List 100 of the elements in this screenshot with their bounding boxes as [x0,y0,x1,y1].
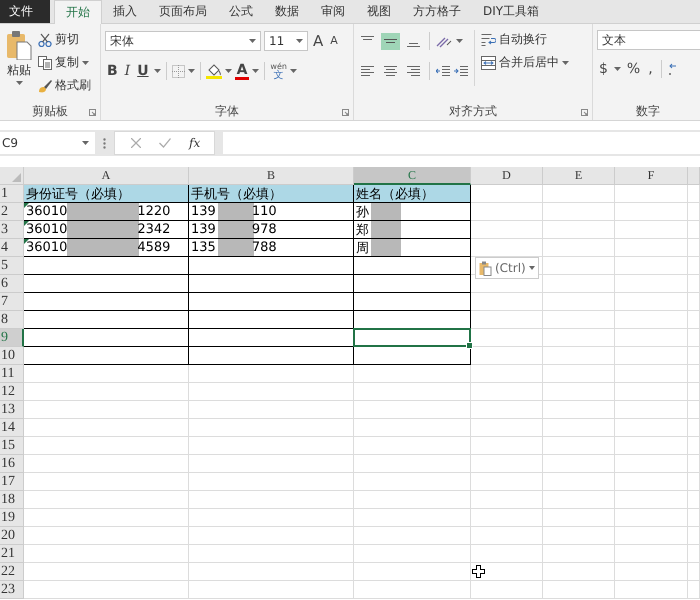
row-header[interactable]: 14 [0,419,24,437]
column-header[interactable]: E [543,167,615,185]
dialog-launcher-icon[interactable] [89,109,96,116]
decrease-font-button[interactable]: A [328,32,340,50]
error-flag-icon[interactable] [24,221,29,226]
cell-text: 1220 [137,204,170,219]
table-cell [543,185,615,203]
paste-options-button[interactable]: (Ctrl) [475,257,539,279]
ribbon-tab[interactable]: 方方格子 [402,0,472,23]
ribbon-tab[interactable]: 数据 [264,0,310,23]
table-cell [543,347,615,365]
merge-cells-icon [481,56,496,70]
table-cell [688,455,700,473]
ribbon-tab[interactable]: 插入 [102,0,148,23]
copy-button[interactable]: 复制 [38,53,91,72]
underline-button[interactable]: U [135,62,151,80]
increase-indent-icon[interactable] [454,66,468,76]
row-header[interactable]: 21 [0,545,24,563]
bold-button[interactable]: B [105,62,120,80]
row-header[interactable]: 16 [0,455,24,473]
ribbon-tab[interactable]: 视图 [356,0,402,23]
table-cell [688,293,700,311]
caret-icon[interactable] [252,69,260,73]
font-size-dropdown[interactable]: 11 [264,31,308,51]
dialog-launcher-icon[interactable] [342,109,349,116]
row-header[interactable]: 4 [0,239,24,257]
ribbon-tab[interactable]: 页面布局 [148,0,218,23]
name-box[interactable]: C9 [0,132,95,154]
ribbon-tab[interactable]: 开始 [54,0,102,24]
font-color-button[interactable]: A [234,62,250,80]
percent-button[interactable]: % [624,60,642,78]
cell-text: 135 [191,240,216,255]
drag-handle-icon[interactable] [103,138,106,148]
row-header[interactable]: 23 [0,581,24,599]
group-label: 字体 [215,102,239,120]
ribbon-tab[interactable]: 公式 [218,0,264,23]
column-header[interactable]: B [189,167,354,185]
row-header[interactable]: 19 [0,509,24,527]
align-right-icon[interactable] [407,66,420,76]
row-header[interactable]: 6 [0,275,24,293]
number-format-dropdown[interactable]: 文本 [597,30,700,50]
row-header[interactable]: 5 [0,257,24,275]
table-cell [688,473,700,491]
wrap-text-button[interactable]: 自动换行 [481,30,569,49]
column-header[interactable]: A [24,167,189,185]
text-orientation-icon[interactable] [436,34,452,48]
row-header[interactable]: 10 [0,347,24,365]
table-cell [543,491,615,509]
decrease-indent-icon[interactable] [436,66,450,76]
comma-style-button[interactable]: , [646,60,655,78]
ribbon-tab[interactable]: 审阅 [310,0,356,23]
column-header[interactable]: D [471,167,543,185]
cell-text: 36010 [26,204,68,219]
table-cell [471,473,543,491]
row-header[interactable]: 17 [0,473,24,491]
row-header[interactable]: 9 [0,329,24,347]
caret-icon[interactable] [224,69,232,73]
file-tab[interactable]: 文件 [0,0,50,23]
column-header[interactable]: F [615,167,688,185]
table-cell [688,401,700,419]
phonetic-button[interactable]: wén 文 [270,62,287,80]
caret-icon[interactable] [456,39,463,43]
align-middle-button[interactable] [381,32,400,50]
caret-icon[interactable] [154,69,161,73]
dialog-launcher-icon[interactable] [581,109,588,116]
align-left-icon[interactable] [361,66,374,76]
currency-button[interactable]: $ [597,60,610,78]
error-flag-icon[interactable] [24,239,29,244]
table-cell [543,401,615,419]
insert-function-button[interactable]: fx [189,136,200,150]
caret-icon[interactable] [188,69,195,73]
row-header[interactable]: 2 [0,203,24,221]
font-name-dropdown[interactable]: 宋体 [105,31,261,51]
row-header[interactable]: 8 [0,311,24,329]
row-header[interactable]: 15 [0,437,24,455]
ribbon-tab[interactable]: DIY工具箱 [472,0,550,23]
row-header[interactable]: 3 [0,221,24,239]
format-painter-button[interactable]: 格式刷 [38,76,91,95]
row-header[interactable]: 20 [0,527,24,545]
caret-icon[interactable] [614,67,621,71]
table-cell [688,419,700,437]
row-header[interactable]: 13 [0,401,24,419]
row-header[interactable]: 12 [0,383,24,401]
decimal-icon[interactable] [668,62,676,76]
row-header[interactable]: 11 [0,365,24,383]
paste-button[interactable]: 粘贴 [4,30,34,102]
row-header[interactable]: 18 [0,491,24,509]
row-header[interactable]: 22 [0,563,24,581]
align-center-icon[interactable] [384,66,397,76]
caret-icon[interactable] [290,69,297,73]
row-header[interactable]: 7 [0,293,24,311]
row-header[interactable]: 1 [0,185,24,203]
increase-font-button[interactable]: A [311,32,326,50]
table-cell [543,365,615,383]
formula-input[interactable] [223,132,700,154]
fill-bucket-icon[interactable] [206,63,222,79]
merge-center-button[interactable]: 合并后居中 [481,53,569,72]
borders-icon[interactable] [172,64,185,78]
cut-button[interactable]: 剪切 [38,30,91,49]
italic-button[interactable]: I [122,62,132,80]
